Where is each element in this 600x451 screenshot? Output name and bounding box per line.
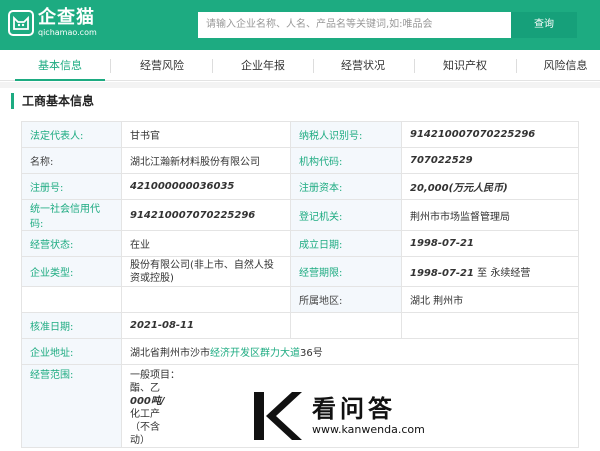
table-row: 企业类型: 股份有限公司(非上市、自然人投资或控股) 经营期限: 1998-07… bbox=[21, 256, 579, 287]
approved-value: 2021-08-11 bbox=[121, 312, 291, 339]
org-code-value: 707022529 bbox=[401, 147, 579, 174]
address-suffix: 36号 bbox=[300, 348, 323, 359]
legal-rep-value[interactable]: 甘书官 bbox=[121, 121, 291, 148]
table-row: 核准日期: 2021-08-11 bbox=[21, 312, 579, 339]
empty-cell bbox=[290, 312, 402, 339]
term-suffix: 至 永续经营 bbox=[473, 268, 531, 279]
reg-no-label: 注册号: bbox=[21, 173, 122, 200]
logo-domain: qichamao.com bbox=[38, 28, 97, 37]
address-label: 企业地址: bbox=[21, 338, 122, 365]
term-label: 经营期限: bbox=[290, 256, 402, 287]
tab-divider bbox=[414, 59, 415, 73]
scope-line: 一般项目： bbox=[130, 370, 180, 381]
reg-authority-label: 登记机关: bbox=[290, 199, 402, 231]
status-value: 在业 bbox=[121, 230, 291, 257]
region-label: 所属地区: bbox=[290, 286, 402, 313]
address-value: 湖北省荆州市沙市经济开发区群力大道36号 bbox=[121, 338, 579, 365]
tab-bar: 基本信息 经营风险 企业年报 经营状况 知识产权 风险信息 bbox=[0, 50, 600, 81]
watermark-title: 看问答 bbox=[312, 395, 396, 423]
address-link[interactable]: 经济开发区群力大道 bbox=[210, 348, 300, 359]
tab-operating-status[interactable]: 经营状况 bbox=[318, 50, 408, 81]
name-label: 名称: bbox=[21, 147, 122, 174]
section-divider bbox=[0, 82, 600, 88]
table-row: 经营状态: 在业 成立日期: 1998-07-21 bbox=[21, 230, 579, 257]
tax-id-value: 914210007070225296 bbox=[401, 121, 579, 148]
legal-rep-label: 法定代表人: bbox=[21, 121, 122, 148]
tab-divider bbox=[516, 59, 517, 73]
credit-code-label: 统一社会信用代码: bbox=[21, 199, 122, 231]
company-type-label: 企业类型: bbox=[21, 256, 122, 287]
empty-cell bbox=[121, 286, 291, 313]
tab-divider bbox=[110, 59, 111, 73]
watermark-k-logo bbox=[254, 392, 302, 440]
table-row: 法定代表人: 甘书官 纳税人识别号: 914210007070225296 bbox=[21, 121, 579, 148]
credit-code-value: 914210007070225296 bbox=[121, 199, 291, 231]
watermark: 看问答 www.kanwenda.com bbox=[248, 388, 425, 444]
top-header: 企查猫 qichamao.com 请输入企业名称、人名、产品名等关键词,如:唯品… bbox=[0, 0, 600, 50]
tab-annual-report[interactable]: 企业年报 bbox=[218, 50, 308, 81]
scope-label: 经营范围: bbox=[21, 364, 122, 448]
term-start: 1998-07-21 bbox=[410, 268, 474, 279]
reg-capital-label: 注册资本: bbox=[290, 173, 402, 200]
term-value: 1998-07-21 至 永续经营 bbox=[401, 256, 579, 287]
search-button[interactable]: 查询 bbox=[511, 12, 577, 38]
tab-divider bbox=[212, 59, 213, 73]
table-row: 注册号: 421000000036035 注册资本: 20,000(万元人民币) bbox=[21, 173, 579, 200]
table-row: 所属地区: 湖北 荆州市 bbox=[21, 286, 579, 313]
watermark-url: www.kanwenda.com bbox=[312, 423, 425, 436]
logo-name: 企查猫 bbox=[38, 7, 95, 28]
section-title: 工商基本信息 bbox=[11, 93, 94, 109]
table-row: 统一社会信用代码: 914210007070225296 登记机关: 荆州市市场… bbox=[21, 199, 579, 231]
region-value[interactable]: 湖北 荆州市 bbox=[401, 286, 579, 313]
cat-logo-icon bbox=[8, 9, 34, 36]
tab-basic-info[interactable]: 基本信息 bbox=[15, 50, 105, 81]
approved-label: 核准日期: bbox=[21, 312, 122, 339]
founded-label: 成立日期: bbox=[290, 230, 402, 257]
company-type-value: 股份有限公司(非上市、自然人投资或控股) bbox=[121, 256, 291, 287]
status-label: 经营状态: bbox=[21, 230, 122, 257]
table-row: 名称: 湖北江瀚新材料股份有限公司 机构代码: 707022529 bbox=[21, 147, 579, 174]
founded-value: 1998-07-21 bbox=[401, 230, 579, 257]
tab-divider bbox=[313, 59, 314, 73]
logo[interactable]: 企查猫 qichamao.com bbox=[8, 8, 97, 37]
tab-risk-info[interactable]: 风险信息 bbox=[528, 50, 600, 81]
reg-no-value: 421000000036035 bbox=[121, 173, 291, 200]
reg-capital-value: 20,000(万元人民币) bbox=[401, 173, 579, 200]
org-code-label: 机构代码: bbox=[290, 147, 402, 174]
empty-cell bbox=[21, 286, 122, 313]
tab-business-risk[interactable]: 经营风险 bbox=[117, 50, 207, 81]
address-prefix: 湖北省荆州市沙市 bbox=[130, 348, 210, 359]
search-input[interactable]: 请输入企业名称、人名、产品名等关键词,如:唯品会 bbox=[198, 12, 511, 38]
empty-cell bbox=[401, 312, 579, 339]
tab-ip[interactable]: 知识产权 bbox=[420, 50, 510, 81]
tax-id-label: 纳税人识别号: bbox=[290, 121, 402, 148]
company-name-value: 湖北江瀚新材料股份有限公司 bbox=[121, 147, 291, 174]
reg-authority-value: 荆州市市场监督管理局 bbox=[401, 199, 579, 231]
table-row: 企业地址: 湖北省荆州市沙市经济开发区群力大道36号 bbox=[21, 338, 579, 365]
